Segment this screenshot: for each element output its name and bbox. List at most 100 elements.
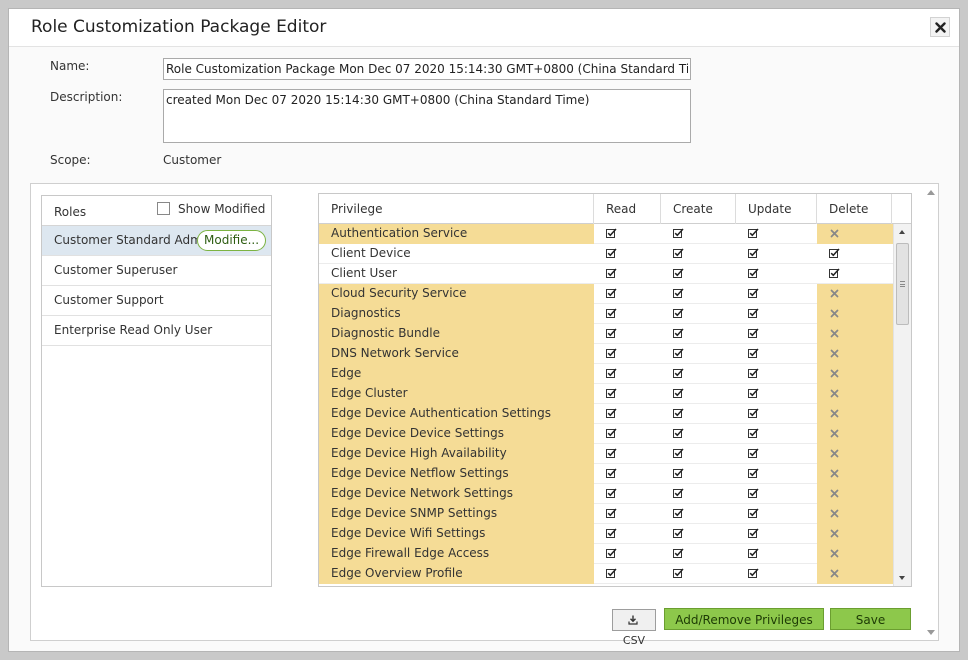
role-item-customer-support[interactable]: Customer Support — [42, 286, 271, 316]
table-row[interactable]: Client User — [319, 264, 893, 284]
add-remove-privileges-button[interactable]: Add/Remove Privileges — [664, 608, 824, 630]
table-row[interactable]: Authentication Service — [319, 224, 893, 244]
create-permission-cell[interactable] — [661, 464, 736, 484]
update-permission-cell[interactable] — [736, 364, 817, 384]
delete-permission-cell[interactable] — [817, 524, 893, 544]
table-row[interactable]: Edge — [319, 364, 893, 384]
read-permission-cell[interactable] — [594, 544, 661, 564]
column-header-privilege[interactable]: Privilege — [319, 194, 594, 224]
create-permission-cell[interactable] — [661, 404, 736, 424]
create-permission-cell[interactable] — [661, 564, 736, 584]
create-permission-cell[interactable] — [661, 384, 736, 404]
table-row[interactable]: Edge Device SNMP Settings — [319, 504, 893, 524]
update-permission-cell[interactable] — [736, 304, 817, 324]
table-row[interactable]: Edge Device Authentication Settings — [319, 404, 893, 424]
update-permission-cell[interactable] — [736, 284, 817, 304]
save-button[interactable]: Save — [830, 608, 911, 630]
update-permission-cell[interactable] — [736, 524, 817, 544]
read-permission-cell[interactable] — [594, 344, 661, 364]
delete-permission-cell[interactable] — [817, 364, 893, 384]
delete-permission-cell[interactable] — [817, 564, 893, 584]
read-permission-cell[interactable] — [594, 284, 661, 304]
read-permission-cell[interactable] — [594, 364, 661, 384]
read-permission-cell[interactable] — [594, 404, 661, 424]
delete-permission-cell[interactable] — [817, 544, 893, 564]
update-permission-cell[interactable] — [736, 564, 817, 584]
role-item-enterprise-read-only-user[interactable]: Enterprise Read Only User — [42, 316, 271, 346]
read-permission-cell[interactable] — [594, 304, 661, 324]
update-permission-cell[interactable] — [736, 244, 817, 264]
name-input[interactable] — [163, 58, 691, 80]
delete-permission-cell[interactable] — [817, 464, 893, 484]
create-permission-cell[interactable] — [661, 304, 736, 324]
update-permission-cell[interactable] — [736, 484, 817, 504]
table-row[interactable]: Client Device — [319, 244, 893, 264]
create-permission-cell[interactable] — [661, 264, 736, 284]
table-row[interactable]: Edge Overview Profile — [319, 564, 893, 584]
delete-permission-cell[interactable] — [817, 224, 893, 244]
update-permission-cell[interactable] — [736, 324, 817, 344]
delete-permission-cell[interactable] — [817, 284, 893, 304]
table-row[interactable]: Edge Device Network Settings — [319, 484, 893, 504]
column-header-delete[interactable]: Delete — [817, 194, 892, 224]
read-permission-cell[interactable] — [594, 524, 661, 544]
privileges-scrollbar[interactable] — [893, 224, 911, 586]
scroll-down-arrow-icon[interactable] — [899, 576, 905, 580]
panel-scrollbar[interactable] — [924, 184, 938, 640]
close-button[interactable] — [930, 17, 950, 37]
update-permission-cell[interactable] — [736, 264, 817, 284]
delete-permission-cell[interactable] — [817, 304, 893, 324]
description-textarea[interactable]: created Mon Dec 07 2020 15:14:30 GMT+080… — [163, 89, 691, 143]
create-permission-cell[interactable] — [661, 364, 736, 384]
delete-permission-cell[interactable] — [817, 244, 893, 264]
create-permission-cell[interactable] — [661, 224, 736, 244]
read-permission-cell[interactable] — [594, 444, 661, 464]
scrollbar-thumb[interactable] — [896, 243, 909, 325]
update-permission-cell[interactable] — [736, 464, 817, 484]
scroll-up-arrow-icon[interactable] — [927, 190, 935, 195]
table-row[interactable]: Edge Device Wifi Settings — [319, 524, 893, 544]
update-permission-cell[interactable] — [736, 424, 817, 444]
table-row[interactable]: Edge Device High Availability — [319, 444, 893, 464]
create-permission-cell[interactable] — [661, 544, 736, 564]
create-permission-cell[interactable] — [661, 484, 736, 504]
delete-permission-cell[interactable] — [817, 424, 893, 444]
create-permission-cell[interactable] — [661, 284, 736, 304]
delete-permission-cell[interactable] — [817, 444, 893, 464]
scroll-up-arrow-icon[interactable] — [899, 230, 905, 234]
table-row[interactable]: Edge Firewall Edge Access — [319, 544, 893, 564]
table-row[interactable]: Edge Device Netflow Settings — [319, 464, 893, 484]
delete-permission-cell[interactable] — [817, 384, 893, 404]
update-permission-cell[interactable] — [736, 504, 817, 524]
update-permission-cell[interactable] — [736, 444, 817, 464]
create-permission-cell[interactable] — [661, 244, 736, 264]
table-row[interactable]: Cloud Security Service — [319, 284, 893, 304]
create-permission-cell[interactable] — [661, 504, 736, 524]
read-permission-cell[interactable] — [594, 424, 661, 444]
read-permission-cell[interactable] — [594, 244, 661, 264]
read-permission-cell[interactable] — [594, 564, 661, 584]
modified-badge[interactable]: Modifie... — [197, 230, 267, 251]
delete-permission-cell[interactable] — [817, 504, 893, 524]
show-modified-toggle[interactable]: Show Modified — [157, 201, 265, 216]
read-permission-cell[interactable] — [594, 504, 661, 524]
create-permission-cell[interactable] — [661, 524, 736, 544]
delete-permission-cell[interactable] — [817, 404, 893, 424]
read-permission-cell[interactable] — [594, 264, 661, 284]
role-item-customer-superuser[interactable]: Customer Superuser — [42, 256, 271, 286]
column-header-update[interactable]: Update — [736, 194, 817, 224]
update-permission-cell[interactable] — [736, 224, 817, 244]
delete-permission-cell[interactable] — [817, 264, 893, 284]
role-item-customer-standard-admin[interactable]: Customer Standard Admin Modifie... — [42, 226, 271, 256]
create-permission-cell[interactable] — [661, 444, 736, 464]
read-permission-cell[interactable] — [594, 324, 661, 344]
table-row[interactable]: Diagnostics — [319, 304, 893, 324]
update-permission-cell[interactable] — [736, 384, 817, 404]
export-csv-button[interactable]: CSV — [612, 609, 656, 647]
scroll-down-arrow-icon[interactable] — [927, 630, 935, 635]
delete-permission-cell[interactable] — [817, 324, 893, 344]
table-row[interactable]: Edge Cluster — [319, 384, 893, 404]
column-header-create[interactable]: Create — [661, 194, 736, 224]
delete-permission-cell[interactable] — [817, 344, 893, 364]
update-permission-cell[interactable] — [736, 544, 817, 564]
